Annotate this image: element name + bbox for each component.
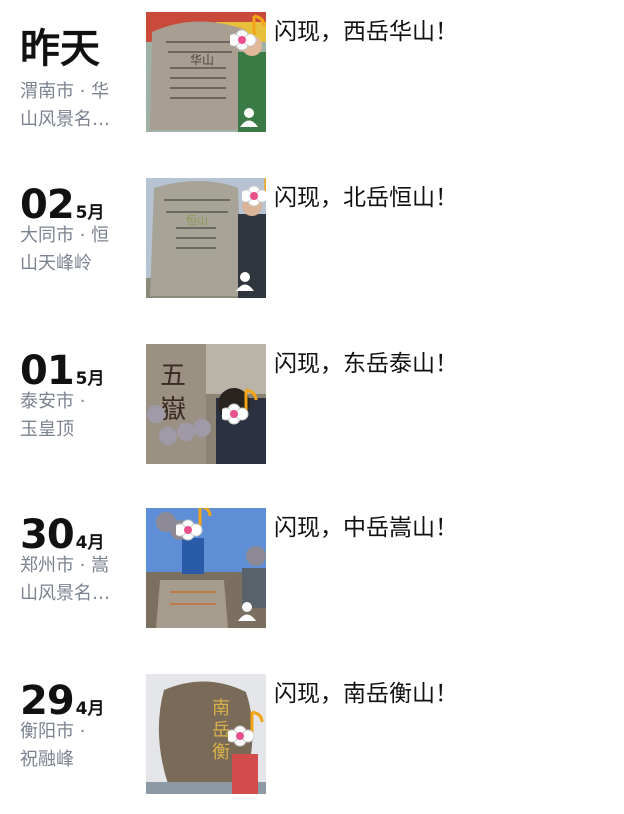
location-line-2: 山天峰岭: [20, 253, 92, 274]
location-line-2: 山风景名…: [20, 583, 110, 604]
date-month: 4月: [75, 533, 105, 553]
post-location[interactable]: 渭南市 · 华 山风景名…: [20, 78, 132, 134]
post-text: 闪现，东岳泰山！: [274, 351, 458, 377]
date-month: 5月: [75, 369, 105, 389]
svg-text:华山: 华山: [190, 53, 214, 67]
post-text: 闪现，南岳衡山！: [274, 681, 458, 707]
moment-post[interactable]: 30 4月 郑州市 · 嵩 山风景名… 闪现，中岳嵩山！: [0, 508, 624, 648]
location-line-1: 大同市 · 恒: [20, 225, 110, 246]
post-photo-thumbnail[interactable]: 恒山: [146, 178, 266, 298]
flower-music-sticker: [176, 508, 212, 541]
post-photo-thumbnail[interactable]: [146, 508, 266, 628]
post-photo-thumbnail[interactable]: 南 岳 衡: [146, 674, 266, 794]
flower-music-sticker: [242, 178, 266, 207]
post-location[interactable]: 衡阳市 · 祝融峰: [20, 718, 132, 774]
location-line-2: 玉皇顶: [20, 419, 74, 440]
person-icon: [236, 272, 254, 291]
post-location[interactable]: 郑州市 · 嵩 山风景名…: [20, 552, 132, 608]
location-line-1: 郑州市 · 嵩: [20, 555, 110, 576]
svg-text:恒山: 恒山: [186, 214, 208, 227]
location-line-2: 山风景名…: [20, 109, 110, 130]
flower-music-sticker: [228, 710, 264, 747]
person-icon: [240, 108, 258, 127]
moment-post[interactable]: 29 4月 衡阳市 · 祝融峰 南 岳 衡 闪现，南岳衡山！: [0, 674, 624, 814]
post-date: 昨天: [20, 16, 100, 74]
date-month: 5月: [75, 203, 105, 223]
post-location[interactable]: 大同市 · 恒 山天峰岭: [20, 222, 132, 278]
post-text: 闪现，西岳华山！: [274, 19, 458, 45]
post-photo-thumbnail[interactable]: 五 嶽: [146, 344, 266, 464]
location-line-1: 衡阳市 ·: [20, 721, 86, 742]
moment-post[interactable]: 02 5月 大同市 · 恒 山天峰岭 恒山 闪现，北岳恒山！: [0, 178, 624, 318]
person-icon: [238, 602, 256, 621]
location-line-1: 泰安市 ·: [20, 391, 86, 412]
flower-music-sticker: [222, 388, 258, 425]
flower-music-sticker: [230, 14, 266, 51]
date-month: 4月: [75, 699, 105, 719]
post-location[interactable]: 泰安市 · 玉皇顶: [20, 388, 132, 444]
post-text: 闪现，北岳恒山！: [274, 185, 458, 211]
post-text: 闪现，中岳嵩山！: [274, 515, 458, 541]
location-line-2: 祝融峰: [20, 749, 74, 770]
location-line-1: 渭南市 · 华: [20, 81, 110, 102]
moment-post[interactable]: 01 5月 泰安市 · 玉皇顶 五 嶽 闪现，东岳泰山！: [0, 344, 624, 484]
moment-post[interactable]: 昨天 渭南市 · 华 山风景名… 华山 闪现，西岳华山！: [0, 12, 624, 152]
post-photo-thumbnail[interactable]: 华山: [146, 12, 266, 132]
svg-text:五: 五: [160, 361, 186, 391]
date-day: 昨天: [20, 26, 100, 72]
